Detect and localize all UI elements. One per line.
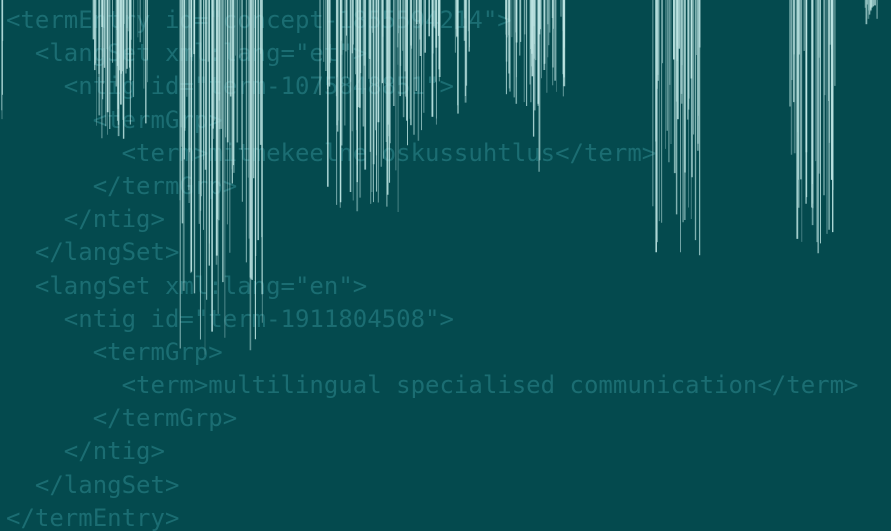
code-line: <termEntry id="concept-1855594214"> xyxy=(6,6,512,34)
xml-code-block: <termEntry id="concept-1855594214"> <lan… xyxy=(6,4,859,531)
code-line: </termGrp> xyxy=(6,404,238,433)
code-line: <ntig id="term-1075848851"> xyxy=(6,72,454,101)
code-line: </termEntry> xyxy=(6,503,180,531)
code-line: </ntig> xyxy=(6,205,165,234)
code-line: </ntig> xyxy=(6,437,165,466)
code-line: </langSet> xyxy=(6,470,180,499)
code-line: <langSet xml:lang="en"> xyxy=(6,271,368,300)
code-line: <langSet xml:lang="et"> xyxy=(6,39,368,68)
code-line: </termGrp> xyxy=(6,171,238,200)
code-line: <termGrp> xyxy=(6,337,223,366)
code-line: <ntig id="term-1911804508"> xyxy=(6,304,454,333)
code-line: <term>multilingual specialised communica… xyxy=(6,371,859,400)
code-line: <termGrp> xyxy=(6,105,223,134)
xml-code-background: <termEntry id="concept-1855594214"> <lan… xyxy=(0,0,891,531)
code-line: </langSet> xyxy=(6,238,180,267)
code-line: <term>mitmekeelne oskussuhtlus</term> xyxy=(6,138,657,167)
